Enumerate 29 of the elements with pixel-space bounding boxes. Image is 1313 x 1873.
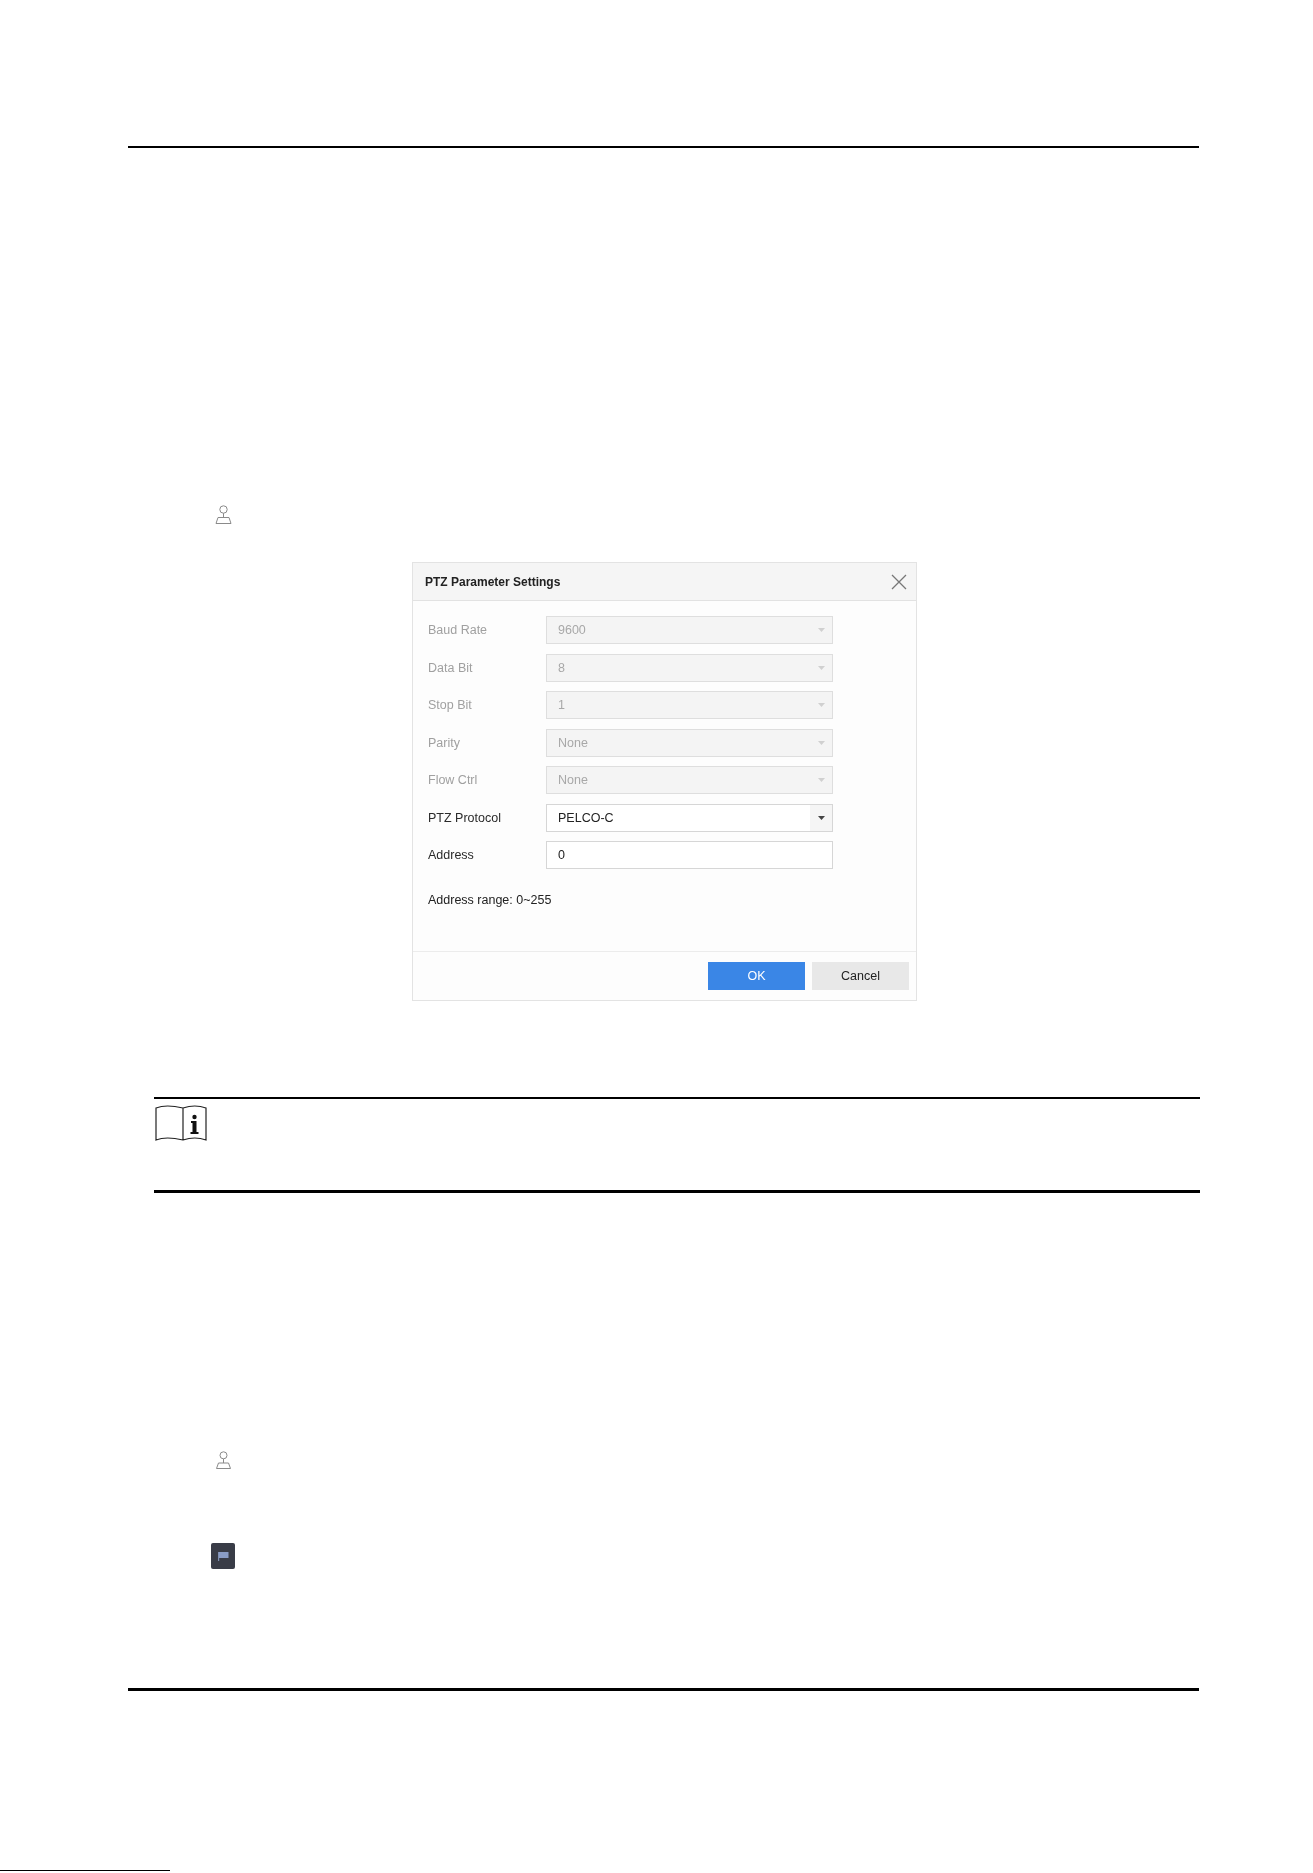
address-range-hint: Address range: 0~255: [428, 892, 552, 907]
close-icon[interactable]: [891, 573, 907, 590]
flag-icon: [211, 1543, 235, 1569]
field-label: Data Bit: [428, 660, 474, 675]
person-icon: [215, 1451, 232, 1469]
dropdown-field: None: [546, 728, 833, 757]
dropdown-field: None: [546, 766, 833, 794]
note-book-icon: [155, 1104, 207, 1142]
caret-icon: [817, 778, 825, 782]
caret-icon: [817, 665, 825, 670]
dialog-title: PTZ Parameter Settings: [425, 574, 561, 589]
field-label: Parity: [428, 735, 461, 750]
cancel-button[interactable]: Cancel: [812, 962, 909, 990]
field-label: Address: [428, 848, 475, 862]
dropdown-field: 1: [546, 691, 833, 719]
person-icon: [214, 505, 233, 524]
input-field[interactable]: 0: [546, 841, 833, 869]
field-label: Baud Rate: [428, 623, 489, 637]
field-label: PTZ Protocol: [428, 810, 502, 825]
dropdown-field: 8: [546, 653, 833, 682]
dropdown-field: 9600: [546, 616, 833, 644]
caret-icon: [817, 740, 825, 745]
dropdown-field[interactable]: PELCO-C: [546, 803, 833, 832]
ok-button[interactable]: OK: [708, 962, 805, 990]
field-label: Stop Bit: [428, 698, 473, 712]
caret-icon: [817, 703, 825, 707]
field-label: Flow Ctrl: [428, 773, 479, 787]
caret-icon: [817, 628, 825, 632]
caret-icon: [817, 815, 825, 820]
